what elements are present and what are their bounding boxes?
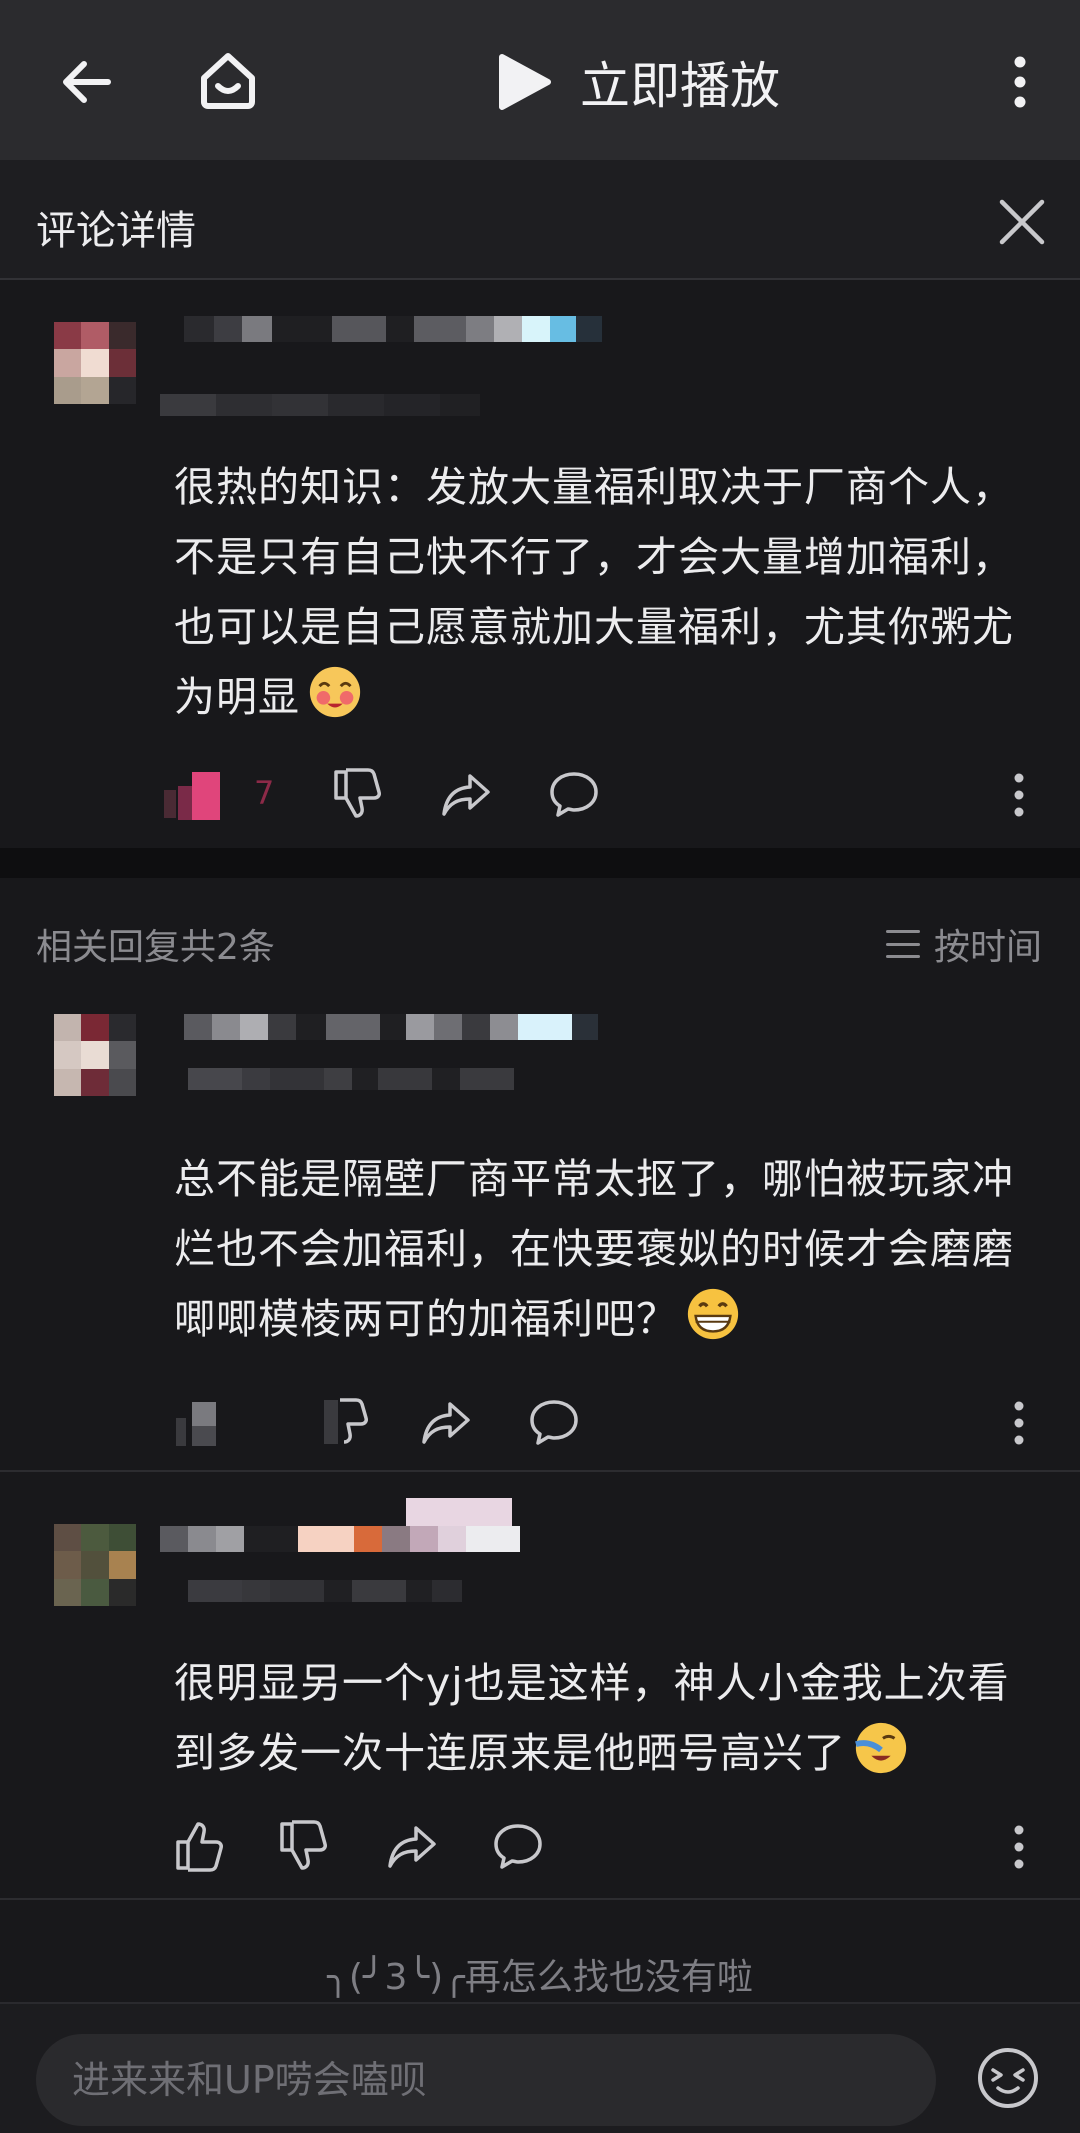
more-options-icon[interactable] xyxy=(1006,1398,1032,1448)
section-divider xyxy=(0,848,1080,878)
main-comment: 很热的知识：发放大量福利取决于厂商个人，不是只有自己快不行了，才会大量增加福利，… xyxy=(0,282,1080,848)
comment-bubble-icon xyxy=(550,772,598,817)
close-icon[interactable] xyxy=(994,194,1050,250)
comment-meta-blurred xyxy=(188,1068,514,1090)
badge-blurred xyxy=(406,1498,512,1526)
avatar[interactable] xyxy=(54,1014,136,1096)
username-blurred[interactable] xyxy=(160,1526,520,1552)
comment-input[interactable] xyxy=(36,2034,936,2126)
comment-meta-blurred xyxy=(160,394,480,416)
comment-input-bar xyxy=(0,2002,1080,2133)
dislike-button[interactable] xyxy=(318,1394,374,1450)
more-options-icon[interactable] xyxy=(1006,770,1032,820)
like-button[interactable] xyxy=(172,1818,228,1874)
grinning-sticker-icon xyxy=(687,1288,739,1340)
more-options-icon[interactable] xyxy=(1006,1822,1032,1872)
comment-input-container xyxy=(36,2034,936,2126)
comment-detail-header: 评论详情 xyxy=(0,160,1080,280)
reply-item: 很明显另一个yj也是这样，神人小金我上次看到多发一次十连原来是他晒号高兴了 xyxy=(0,1472,1080,1898)
thumb-up-icon xyxy=(164,772,220,820)
comment-actions: 7 xyxy=(0,760,1080,830)
like-button[interactable] xyxy=(162,766,226,822)
replies-header: 相关回复共2条 按时间 xyxy=(0,878,1080,1004)
crying-laughing-sticker-icon xyxy=(855,1722,907,1774)
top-bar: 立即播放 xyxy=(0,0,1080,160)
comment-bubble-icon xyxy=(530,1400,578,1445)
back-arrow-icon[interactable] xyxy=(48,44,124,120)
thumb-up-icon xyxy=(176,1822,223,1872)
avatar[interactable] xyxy=(54,1524,136,1606)
thumb-down-icon xyxy=(324,1398,368,1444)
sort-label: 按时间 xyxy=(933,927,1042,968)
dislike-button[interactable] xyxy=(330,766,386,822)
emoji-icon[interactable] xyxy=(976,2046,1040,2110)
like-button[interactable] xyxy=(172,1394,228,1450)
play-now-button[interactable]: 立即播放 xyxy=(496,44,780,120)
play-now-label: 立即播放 xyxy=(580,57,780,115)
thumb-down-icon xyxy=(334,768,381,818)
reply-item: 总不能是隔壁厂商平常太抠了，哪怕被玩家冲烂也不会加福利，在快要褒姒的时候才会磨磨… xyxy=(0,1004,1080,1470)
play-icon xyxy=(499,54,551,110)
like-count: 7 xyxy=(254,774,275,812)
username-blurred[interactable] xyxy=(184,316,602,342)
replies-count: 相关回复共2条 xyxy=(36,927,275,968)
comment-text: 很明显另一个yj也是这样，神人小金我上次看到多发一次十连原来是他晒号高兴了 xyxy=(174,1659,1010,1777)
comment-bubble-icon xyxy=(494,1824,542,1869)
page-title: 评论详情 xyxy=(36,208,196,254)
dislike-button[interactable] xyxy=(276,1818,332,1874)
share-icon xyxy=(422,1402,470,1444)
share-button[interactable] xyxy=(418,1394,474,1450)
blushing-sticker-icon xyxy=(309,666,361,718)
share-icon xyxy=(442,774,490,816)
comment-meta-blurred xyxy=(188,1580,462,1602)
share-button[interactable] xyxy=(438,766,494,822)
reply-button[interactable] xyxy=(490,1818,546,1874)
end-of-list-text: ╮(╯3╰)╭再怎么找也没有啦 xyxy=(327,1957,753,1998)
row-divider xyxy=(0,1898,1080,1900)
comment-text: 很热的知识：发放大量福利取决于厂商个人，不是只有自己快不行了，才会大量增加福利，… xyxy=(174,463,1014,721)
thumb-up-icon xyxy=(176,1402,216,1446)
share-button[interactable] xyxy=(384,1818,440,1874)
reply-button[interactable] xyxy=(546,766,602,822)
sort-lines-icon xyxy=(885,930,920,958)
thumb-down-icon xyxy=(280,1820,327,1870)
comment-text: 总不能是隔壁厂商平常太抠了，哪怕被玩家冲烂也不会加福利，在快要褒姒的时候才会磨磨… xyxy=(174,1155,1014,1343)
avatar[interactable] xyxy=(54,322,136,404)
comment-actions xyxy=(0,1388,1080,1458)
username-blurred[interactable] xyxy=(184,1014,598,1040)
home-icon[interactable] xyxy=(188,40,268,120)
reply-button[interactable] xyxy=(526,1394,582,1450)
more-vertical-icon[interactable] xyxy=(1000,44,1040,120)
sort-by-time-button[interactable]: 按时间 xyxy=(885,918,1042,970)
comment-actions xyxy=(0,1812,1080,1882)
share-icon xyxy=(388,1826,436,1868)
